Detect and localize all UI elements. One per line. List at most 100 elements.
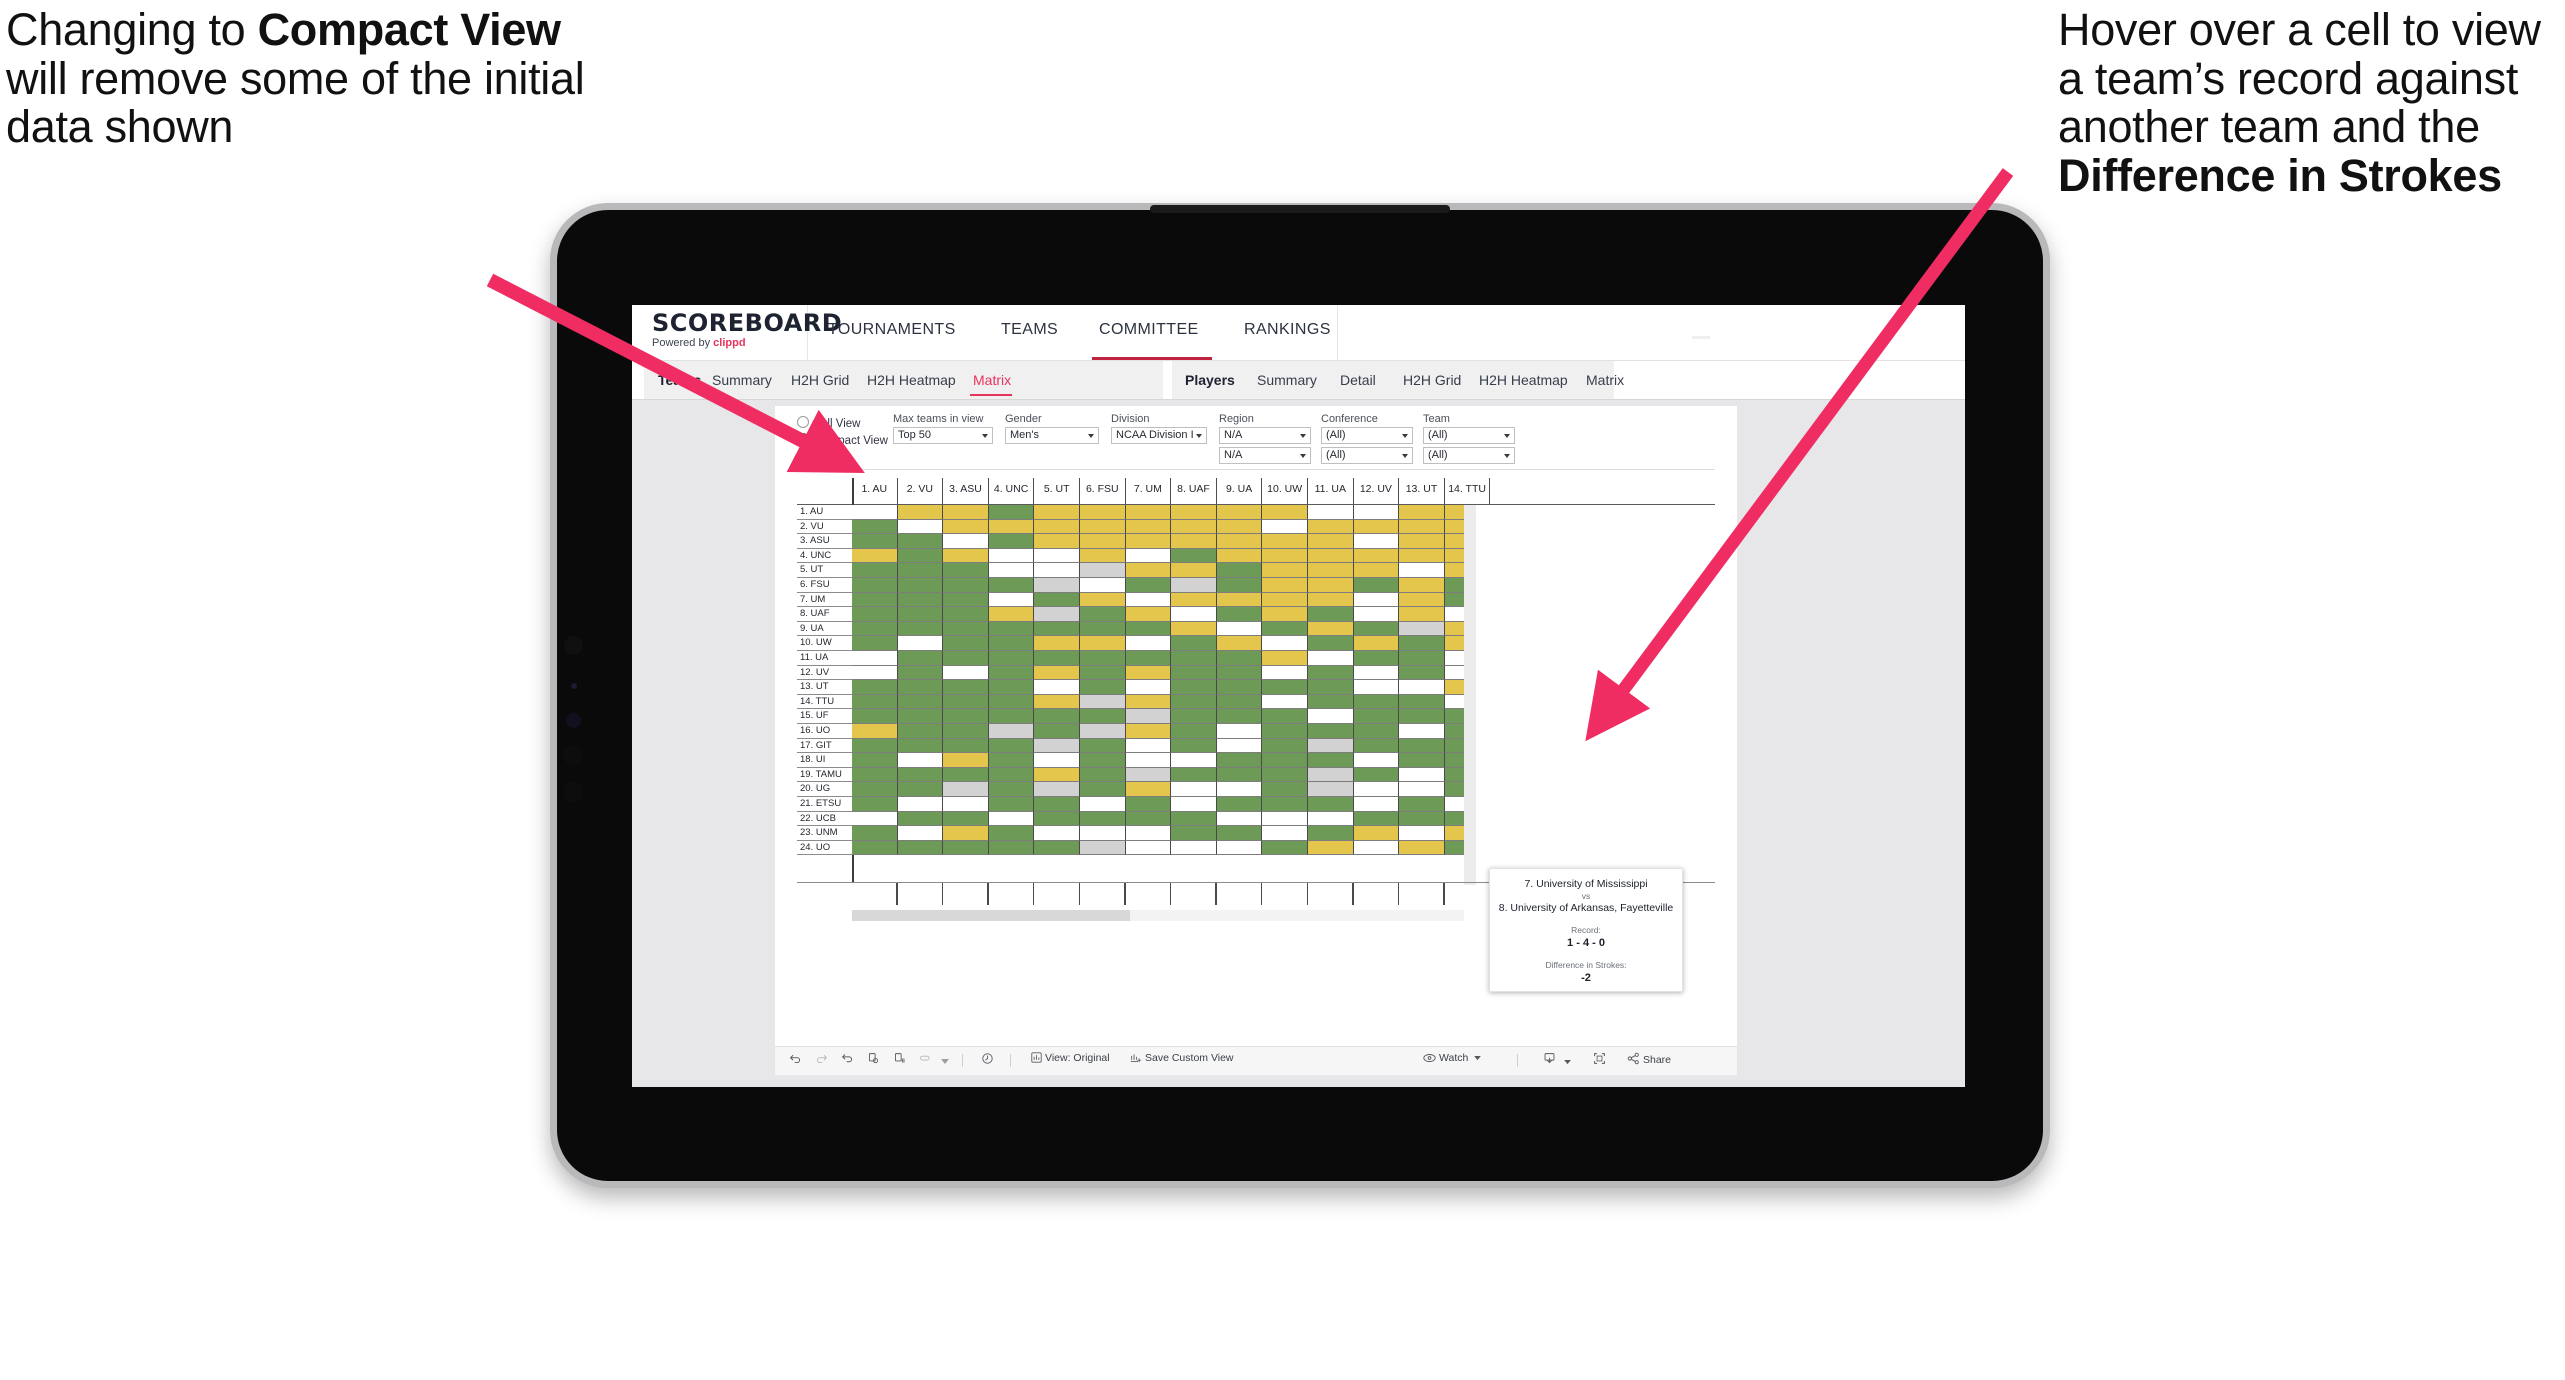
filter-team-select[interactable]: (All): [1423, 427, 1515, 444]
matrix-cell[interactable]: [1125, 636, 1172, 651]
matrix-cell[interactable]: [1125, 607, 1172, 622]
history-icon[interactable]: [981, 1052, 994, 1068]
matrix-cell[interactable]: [1171, 578, 1217, 593]
matrix-cell[interactable]: [1308, 548, 1354, 564]
matrix-cell[interactable]: [988, 680, 1035, 695]
matrix-cell[interactable]: [943, 753, 989, 768]
matrix-cell[interactable]: [1262, 753, 1308, 768]
matrix-cell[interactable]: [1216, 738, 1263, 754]
matrix-cell[interactable]: [1444, 826, 1464, 841]
matrix-cell[interactable]: [988, 811, 1035, 827]
matrix-cell[interactable]: [1308, 782, 1354, 797]
matrix-cell[interactable]: [1308, 753, 1354, 768]
matrix-cell[interactable]: [1171, 505, 1217, 520]
matrix-cell[interactable]: [943, 767, 989, 783]
matrix-cell[interactable]: [1399, 651, 1445, 666]
view-original-button[interactable]: View: Original: [1031, 1052, 1110, 1066]
matrix-cell[interactable]: [897, 578, 944, 593]
matrix-cell[interactable]: [1308, 665, 1354, 681]
download-icon[interactable]: [1543, 1052, 1556, 1068]
matrix-cell[interactable]: [1353, 694, 1400, 710]
matrix-cell[interactable]: [897, 797, 944, 812]
matrix-cell[interactable]: [897, 680, 944, 695]
matrix-cell[interactable]: [1262, 694, 1308, 710]
matrix-cell[interactable]: [1034, 534, 1080, 549]
matrix-cell[interactable]: [1125, 797, 1172, 812]
matrix-cell[interactable]: [1444, 811, 1464, 827]
matrix-cell[interactable]: [943, 826, 989, 841]
matrix-cell[interactable]: [852, 621, 898, 637]
matrix-cell[interactable]: [1353, 826, 1400, 841]
matrix-cell[interactable]: [1216, 563, 1263, 578]
matrix-cell[interactable]: [1034, 636, 1080, 651]
matrix-cell[interactable]: [1034, 548, 1080, 564]
matrix-cell[interactable]: [1444, 621, 1464, 637]
matrix-cell[interactable]: [1353, 592, 1400, 608]
matrix-cell[interactable]: [1399, 636, 1445, 651]
matrix-cell[interactable]: [1171, 767, 1217, 783]
matrix-cell[interactable]: [1444, 797, 1464, 812]
app-logo[interactable]: SCOREBOARD Powered by clippd: [652, 311, 842, 349]
matrix-cell[interactable]: [943, 797, 989, 812]
matrix-cell[interactable]: [1034, 680, 1080, 695]
matrix-cell[interactable]: [852, 505, 898, 520]
matrix-cell[interactable]: [1399, 811, 1445, 827]
matrix-cell[interactable]: [1353, 519, 1400, 535]
matrix-cell[interactable]: [1034, 826, 1080, 841]
undo-icon[interactable]: [789, 1052, 802, 1068]
matrix-cell[interactable]: [1353, 621, 1400, 637]
matrix-cell[interactable]: [988, 767, 1035, 783]
matrix-cell[interactable]: [1080, 840, 1126, 856]
redo-icon[interactable]: [815, 1052, 828, 1068]
matrix-cell[interactable]: [1080, 826, 1126, 841]
matrix-cell[interactable]: [1216, 592, 1263, 608]
matrix-cell[interactable]: [1308, 724, 1354, 739]
matrix-cell[interactable]: [1034, 665, 1080, 681]
filter-region-select-2[interactable]: N/A: [1219, 447, 1311, 464]
matrix-cell[interactable]: [1125, 651, 1172, 666]
matrix-cell[interactable]: [1399, 621, 1445, 637]
matrix-cell[interactable]: [1080, 709, 1126, 724]
matrix-cell[interactable]: [897, 621, 944, 637]
matrix-cell[interactable]: [1034, 607, 1080, 622]
matrix-cell[interactable]: [1080, 621, 1126, 637]
matrix-cell[interactable]: [943, 592, 989, 608]
matrix-cell[interactable]: [1353, 651, 1400, 666]
download-dropdown-icon[interactable]: [1564, 1056, 1571, 1068]
matrix-cell[interactable]: [1399, 826, 1445, 841]
matrix-cell[interactable]: [988, 636, 1035, 651]
matrix-cell[interactable]: [1171, 797, 1217, 812]
radio-compact-view[interactable]: Compact View: [797, 433, 888, 447]
subnav-item-teams-h2h-heatmap[interactable]: H2H Heatmap: [867, 372, 956, 388]
matrix-cell[interactable]: [1171, 840, 1217, 856]
matrix-cell[interactable]: [897, 753, 944, 768]
matrix-cell[interactable]: [897, 767, 944, 783]
matrix-cell[interactable]: [1216, 709, 1263, 724]
matrix-cell[interactable]: [1125, 694, 1172, 710]
matrix-cell[interactable]: [1262, 680, 1308, 695]
highlight-icon[interactable]: [919, 1052, 933, 1068]
matrix-cell[interactable]: [1308, 563, 1354, 578]
matrix-cell[interactable]: [1171, 694, 1217, 710]
matrix-cell[interactable]: [852, 665, 898, 681]
filter-region-select[interactable]: N/A: [1219, 427, 1311, 444]
matrix-cell[interactable]: [1216, 636, 1263, 651]
matrix-cell[interactable]: [1399, 505, 1445, 520]
matrix-cell[interactable]: [852, 826, 898, 841]
matrix-cell[interactable]: [1216, 753, 1263, 768]
pause-updates-icon[interactable]: [893, 1052, 906, 1068]
matrix-cell[interactable]: [1125, 709, 1172, 724]
matrix-cell[interactable]: [1308, 694, 1354, 710]
watch-dropdown-icon[interactable]: [1474, 1052, 1482, 1064]
matrix-cell[interactable]: [1125, 505, 1172, 520]
matrix-cell[interactable]: [1353, 607, 1400, 622]
matrix-cell[interactable]: [1125, 782, 1172, 797]
matrix-cell[interactable]: [1308, 738, 1354, 754]
matrix-cell[interactable]: [988, 548, 1035, 564]
matrix-cell[interactable]: [1353, 665, 1400, 681]
matrix-cell[interactable]: [943, 724, 989, 739]
matrix-cell[interactable]: [988, 797, 1035, 812]
nav-item-rankings[interactable]: RANKINGS: [1244, 321, 1331, 339]
matrix-cell[interactable]: [943, 811, 989, 827]
matrix-cell[interactable]: [1034, 519, 1080, 535]
